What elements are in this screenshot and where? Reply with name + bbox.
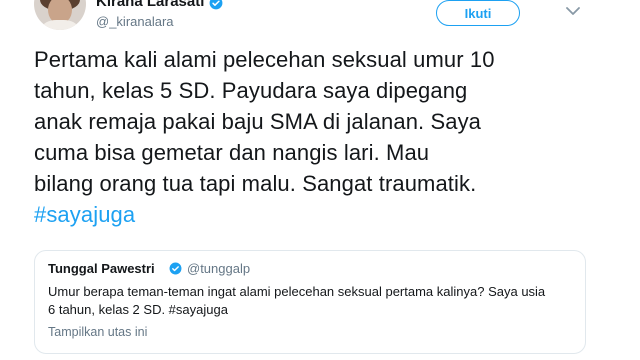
author-handle[interactable]: @_kiranalara <box>96 14 174 29</box>
verified-badge-icon <box>209 0 223 10</box>
hashtag-link[interactable]: #sayajuga <box>34 199 594 230</box>
avatar-shirt <box>42 20 78 30</box>
tweet-text-line: Pertama kali alami pelecehan seksual umu… <box>34 47 495 72</box>
verified-badge-icon <box>169 262 182 275</box>
tweet-text-line: anak remaja pakai baju SMA di jalanan. S… <box>34 109 482 134</box>
tweet-header: Kirana Larasati @_kiranalara Ikuti <box>0 0 640 40</box>
tweet-text-line: bilang orang tua tapi malu. Sangat traum… <box>34 171 477 196</box>
quoted-tweet[interactable]: Tunggal Pawestri @tunggalp Umur berapa t… <box>34 250 586 354</box>
quoted-author-handle[interactable]: @tunggalp <box>187 261 250 276</box>
tweet-text: Pertama kali alami pelecehan seksual umu… <box>34 44 594 230</box>
quoted-text: Umur berapa teman-teman ingat alami pele… <box>48 283 568 319</box>
author-display-name[interactable]: Kirana Larasati <box>96 0 204 10</box>
show-thread-link[interactable]: Tampilkan utas ini <box>48 325 147 339</box>
tweet-text-line: tahun, kelas 5 SD. Payudara saya dipegan… <box>34 78 468 103</box>
quoted-author-name[interactable]: Tunggal Pawestri <box>48 261 155 276</box>
tweet-text-line: cuma bisa gemetar dan nangis lari. Mau <box>34 140 430 165</box>
quoted-text-line: 6 tahun, kelas 2 SD. #sayajuga <box>48 302 228 317</box>
quoted-text-line: Umur berapa teman-teman ingat alami pele… <box>48 284 546 299</box>
follow-button[interactable]: Ikuti <box>436 0 520 26</box>
chevron-down-icon[interactable] <box>566 6 580 16</box>
avatar[interactable] <box>34 0 86 30</box>
